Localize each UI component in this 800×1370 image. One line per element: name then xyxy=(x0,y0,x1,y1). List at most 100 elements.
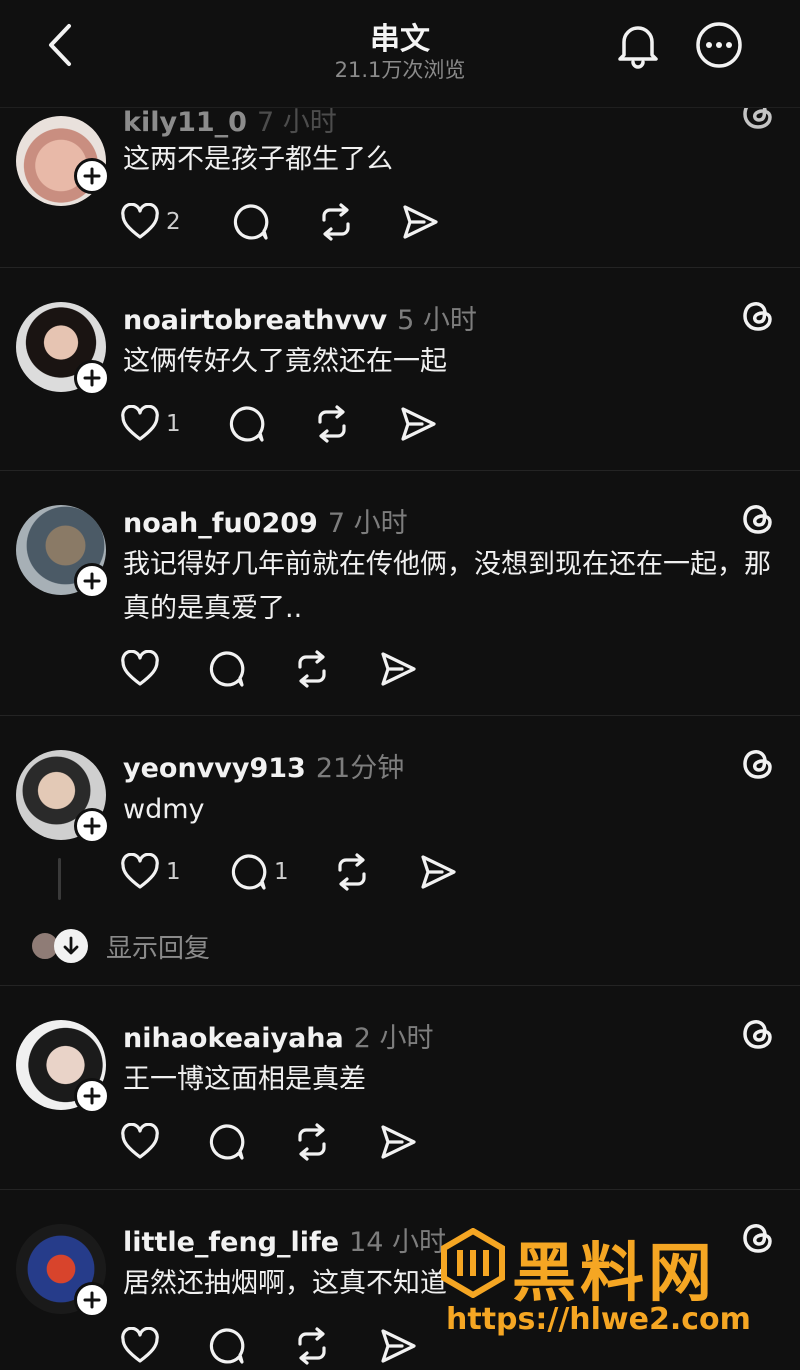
view-count: 21.1万次浏览 xyxy=(334,58,466,82)
comment-icon xyxy=(233,204,269,240)
post-time: 21分钟 xyxy=(315,753,405,784)
comment-icon xyxy=(209,1328,245,1364)
post: nihaokeaiyaha 2 小时 王一博这面相是真差 xyxy=(0,986,800,1190)
threads-icon[interactable] xyxy=(738,1014,778,1054)
like-button[interactable]: 2 xyxy=(120,202,181,242)
comment-button[interactable] xyxy=(206,649,246,689)
plus-icon xyxy=(83,572,101,590)
threads-icon[interactable] xyxy=(738,296,778,336)
share-icon xyxy=(381,1125,416,1159)
like-button[interactable]: 1 xyxy=(120,852,181,892)
expand-replies xyxy=(54,929,88,963)
share-button[interactable] xyxy=(378,1326,418,1366)
username[interactable]: nihaokeaiyaha 2 小时 xyxy=(123,1016,434,1055)
comment-icon xyxy=(209,651,245,687)
watermark-url: https://hlwe2.com xyxy=(446,1302,751,1337)
repost-button[interactable] xyxy=(292,649,332,689)
username[interactable]: yeonvvy913 21分钟 xyxy=(123,746,404,785)
username-text: noah_fu0209 xyxy=(123,508,318,539)
plus-icon xyxy=(83,1087,101,1105)
comment-button[interactable] xyxy=(206,1122,246,1162)
share-button[interactable] xyxy=(398,404,438,444)
repost-button[interactable] xyxy=(316,202,356,242)
follow-button[interactable] xyxy=(74,808,110,844)
notifications-button[interactable] xyxy=(612,18,664,72)
heart-icon xyxy=(121,1327,159,1363)
plus-icon xyxy=(83,167,101,185)
like-count: 1 xyxy=(166,411,181,437)
show-replies-label: 显示回复 xyxy=(106,933,211,964)
share-button[interactable] xyxy=(378,1122,418,1162)
follow-button[interactable] xyxy=(74,1078,110,1114)
post-time: 5 小时 xyxy=(397,305,477,336)
repost-button[interactable] xyxy=(292,1326,332,1366)
username-text: noairtobreathvvv xyxy=(123,305,388,336)
page-title: 串文 xyxy=(370,22,430,57)
follow-button[interactable] xyxy=(74,563,110,599)
comment-button[interactable] xyxy=(230,202,270,242)
post: kily11_0 7 小时 这两不是孩子都生了么 2 xyxy=(0,100,800,268)
heart-icon xyxy=(121,203,159,239)
share-icon xyxy=(401,407,436,441)
comment-button[interactable] xyxy=(206,1326,246,1366)
repost-icon xyxy=(298,650,326,688)
username[interactable]: noairtobreathvvv 5 小时 xyxy=(123,298,477,337)
more-options-button[interactable] xyxy=(692,18,746,72)
threads-icon[interactable] xyxy=(738,744,778,784)
repost-icon xyxy=(322,203,350,241)
post-time: 2 小时 xyxy=(353,1023,434,1054)
post-text: 王一博这面相是真差 xyxy=(123,1064,366,1095)
threads-icon[interactable] xyxy=(738,499,778,539)
username-text: yeonvvy913 xyxy=(123,753,306,784)
post-time: 14 小时 xyxy=(349,1227,447,1258)
username[interactable]: noah_fu0209 7 小时 xyxy=(123,501,408,540)
comment-icon xyxy=(231,854,267,890)
repost-icon xyxy=(338,853,366,891)
heart-icon xyxy=(121,650,159,686)
plus-icon xyxy=(83,817,101,835)
follow-button[interactable] xyxy=(74,360,110,396)
plus-icon xyxy=(83,369,101,387)
follow-button[interactable] xyxy=(74,158,110,194)
username[interactable]: little_feng_life 14 小时 xyxy=(123,1220,446,1259)
like-count: 2 xyxy=(166,209,181,235)
like-count: 1 xyxy=(166,859,181,885)
like-button[interactable]: 1 xyxy=(120,404,181,444)
reply-count: 1 xyxy=(274,859,289,885)
thread-line xyxy=(58,858,61,900)
post-text: 我记得好几年前就在传他俩，没想到现在还在一起，那真的是真爱了.. xyxy=(123,549,771,624)
post-time: 7 小时 xyxy=(256,107,337,138)
repost-icon xyxy=(318,405,346,443)
comment-icon xyxy=(209,1124,245,1160)
more-icon xyxy=(696,22,742,68)
watermark-logo-icon xyxy=(441,1228,505,1298)
post-text: 这俩传好久了竟然还在一起 xyxy=(123,346,447,377)
comment-button[interactable]: 1 xyxy=(228,852,289,892)
bell-icon xyxy=(618,26,658,69)
post-text: 这两不是孩子都生了么 xyxy=(123,144,393,175)
repost-icon xyxy=(298,1123,326,1161)
share-button[interactable] xyxy=(378,649,418,689)
watermark-brand: 黑料网 xyxy=(512,1237,716,1311)
share-icon xyxy=(421,855,456,889)
username-text: little_feng_life xyxy=(123,1227,340,1258)
like-button[interactable] xyxy=(120,1122,160,1162)
post-time: 7 小时 xyxy=(327,508,408,539)
username-text: nihaokeaiyaha xyxy=(123,1023,344,1054)
post-text: wdmy xyxy=(123,794,205,825)
heart-icon xyxy=(121,853,159,889)
repost-button[interactable] xyxy=(292,1122,332,1162)
top-bar: 串文 21.1万次浏览 xyxy=(0,0,800,108)
comment-button[interactable] xyxy=(226,404,266,444)
like-button[interactable] xyxy=(120,649,160,689)
share-button[interactable] xyxy=(400,202,440,242)
repost-button[interactable] xyxy=(312,404,352,444)
repost-icon xyxy=(298,1327,326,1365)
post: noah_fu0209 7 小时 我记得好几年前就在传他俩，没想到现在还在一起，那… xyxy=(0,471,800,716)
watermark: 黑料网 https://hlwe2.com xyxy=(440,1222,790,1342)
follow-button[interactable] xyxy=(74,1282,110,1318)
like-button[interactable] xyxy=(120,1326,160,1366)
show-replies-button[interactable]: 显示回复 xyxy=(30,926,210,966)
share-button[interactable] xyxy=(418,852,458,892)
repost-button[interactable] xyxy=(332,852,372,892)
